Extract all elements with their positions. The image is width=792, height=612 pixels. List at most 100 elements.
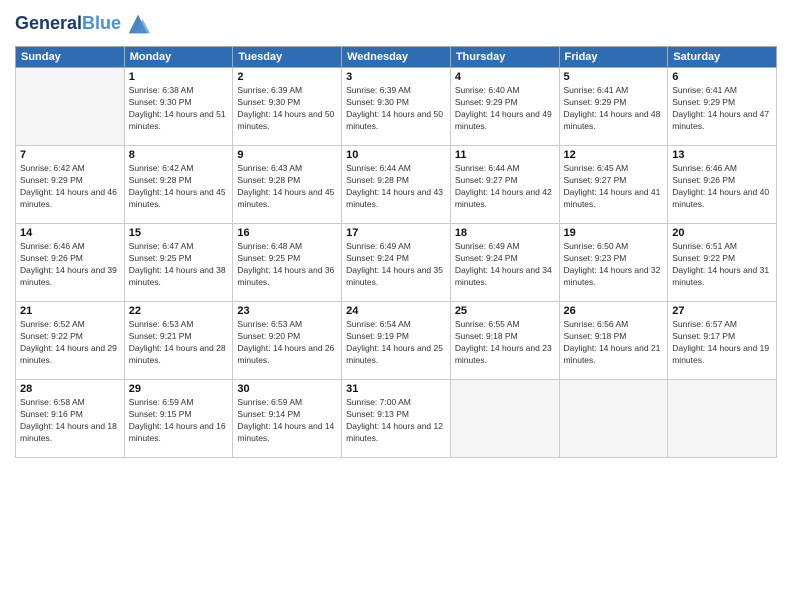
calendar-cell: 30 Sunrise: 6:59 AMSunset: 9:14 PMDaylig… (233, 380, 342, 458)
day-number: 29 (129, 383, 229, 395)
calendar-cell: 8 Sunrise: 6:42 AMSunset: 9:28 PMDayligh… (124, 146, 233, 224)
day-info: Sunrise: 6:41 AMSunset: 9:29 PMDaylight:… (672, 85, 772, 133)
day-header-tuesday: Tuesday (233, 47, 342, 68)
calendar-cell: 12 Sunrise: 6:45 AMSunset: 9:27 PMDaylig… (559, 146, 668, 224)
calendar-cell: 18 Sunrise: 6:49 AMSunset: 9:24 PMDaylig… (450, 224, 559, 302)
day-number: 3 (346, 71, 446, 83)
day-info: Sunrise: 6:56 AMSunset: 9:18 PMDaylight:… (564, 319, 664, 367)
calendar-week-5: 28 Sunrise: 6:58 AMSunset: 9:16 PMDaylig… (16, 380, 777, 458)
calendar-table: SundayMondayTuesdayWednesdayThursdayFrid… (15, 46, 777, 458)
calendar-cell: 19 Sunrise: 6:50 AMSunset: 9:23 PMDaylig… (559, 224, 668, 302)
day-number: 4 (455, 71, 555, 83)
day-header-friday: Friday (559, 47, 668, 68)
day-number: 27 (672, 305, 772, 317)
day-info: Sunrise: 6:44 AMSunset: 9:28 PMDaylight:… (346, 163, 446, 211)
day-number: 19 (564, 227, 664, 239)
calendar-cell (16, 68, 125, 146)
calendar-body: 1 Sunrise: 6:38 AMSunset: 9:30 PMDayligh… (16, 68, 777, 458)
day-number: 28 (20, 383, 120, 395)
day-info: Sunrise: 6:43 AMSunset: 9:28 PMDaylight:… (237, 163, 337, 211)
calendar-cell: 20 Sunrise: 6:51 AMSunset: 9:22 PMDaylig… (668, 224, 777, 302)
day-info: Sunrise: 6:40 AMSunset: 9:29 PMDaylight:… (455, 85, 555, 133)
day-info: Sunrise: 7:00 AMSunset: 9:13 PMDaylight:… (346, 397, 446, 445)
calendar-cell: 7 Sunrise: 6:42 AMSunset: 9:29 PMDayligh… (16, 146, 125, 224)
day-header-wednesday: Wednesday (342, 47, 451, 68)
day-number: 7 (20, 149, 120, 161)
day-info: Sunrise: 6:55 AMSunset: 9:18 PMDaylight:… (455, 319, 555, 367)
logo: GeneralBlue (15, 10, 152, 38)
day-number: 24 (346, 305, 446, 317)
day-number: 31 (346, 383, 446, 395)
day-info: Sunrise: 6:53 AMSunset: 9:20 PMDaylight:… (237, 319, 337, 367)
day-number: 18 (455, 227, 555, 239)
page-header: GeneralBlue (15, 10, 777, 38)
day-info: Sunrise: 6:41 AMSunset: 9:29 PMDaylight:… (564, 85, 664, 133)
day-info: Sunrise: 6:38 AMSunset: 9:30 PMDaylight:… (129, 85, 229, 133)
day-header-sunday: Sunday (16, 47, 125, 68)
day-info: Sunrise: 6:47 AMSunset: 9:25 PMDaylight:… (129, 241, 229, 289)
day-info: Sunrise: 6:46 AMSunset: 9:26 PMDaylight:… (20, 241, 120, 289)
logo-text: GeneralBlue (15, 14, 121, 34)
day-info: Sunrise: 6:59 AMSunset: 9:15 PMDaylight:… (129, 397, 229, 445)
calendar-cell: 13 Sunrise: 6:46 AMSunset: 9:26 PMDaylig… (668, 146, 777, 224)
calendar-cell (559, 380, 668, 458)
calendar-cell: 21 Sunrise: 6:52 AMSunset: 9:22 PMDaylig… (16, 302, 125, 380)
calendar-cell: 25 Sunrise: 6:55 AMSunset: 9:18 PMDaylig… (450, 302, 559, 380)
day-info: Sunrise: 6:44 AMSunset: 9:27 PMDaylight:… (455, 163, 555, 211)
day-info: Sunrise: 6:59 AMSunset: 9:14 PMDaylight:… (237, 397, 337, 445)
calendar-week-3: 14 Sunrise: 6:46 AMSunset: 9:26 PMDaylig… (16, 224, 777, 302)
day-number: 2 (237, 71, 337, 83)
calendar-week-4: 21 Sunrise: 6:52 AMSunset: 9:22 PMDaylig… (16, 302, 777, 380)
day-number: 1 (129, 71, 229, 83)
calendar-cell: 26 Sunrise: 6:56 AMSunset: 9:18 PMDaylig… (559, 302, 668, 380)
day-number: 8 (129, 149, 229, 161)
day-header-saturday: Saturday (668, 47, 777, 68)
calendar-cell: 16 Sunrise: 6:48 AMSunset: 9:25 PMDaylig… (233, 224, 342, 302)
day-info: Sunrise: 6:53 AMSunset: 9:21 PMDaylight:… (129, 319, 229, 367)
day-info: Sunrise: 6:39 AMSunset: 9:30 PMDaylight:… (237, 85, 337, 133)
day-number: 30 (237, 383, 337, 395)
day-info: Sunrise: 6:42 AMSunset: 9:29 PMDaylight:… (20, 163, 120, 211)
day-number: 14 (20, 227, 120, 239)
day-number: 13 (672, 149, 772, 161)
calendar-cell: 22 Sunrise: 6:53 AMSunset: 9:21 PMDaylig… (124, 302, 233, 380)
day-number: 16 (237, 227, 337, 239)
day-info: Sunrise: 6:58 AMSunset: 9:16 PMDaylight:… (20, 397, 120, 445)
day-info: Sunrise: 6:49 AMSunset: 9:24 PMDaylight:… (346, 241, 446, 289)
day-info: Sunrise: 6:45 AMSunset: 9:27 PMDaylight:… (564, 163, 664, 211)
day-info: Sunrise: 6:52 AMSunset: 9:22 PMDaylight:… (20, 319, 120, 367)
calendar-cell: 15 Sunrise: 6:47 AMSunset: 9:25 PMDaylig… (124, 224, 233, 302)
day-info: Sunrise: 6:42 AMSunset: 9:28 PMDaylight:… (129, 163, 229, 211)
calendar-cell: 27 Sunrise: 6:57 AMSunset: 9:17 PMDaylig… (668, 302, 777, 380)
day-info: Sunrise: 6:49 AMSunset: 9:24 PMDaylight:… (455, 241, 555, 289)
calendar-cell: 28 Sunrise: 6:58 AMSunset: 9:16 PMDaylig… (16, 380, 125, 458)
calendar-page: GeneralBlue SundayMondayTuesdayWednesday… (0, 0, 792, 612)
day-info: Sunrise: 6:57 AMSunset: 9:17 PMDaylight:… (672, 319, 772, 367)
day-number: 15 (129, 227, 229, 239)
calendar-cell: 14 Sunrise: 6:46 AMSunset: 9:26 PMDaylig… (16, 224, 125, 302)
day-header-monday: Monday (124, 47, 233, 68)
day-number: 11 (455, 149, 555, 161)
calendar-cell: 10 Sunrise: 6:44 AMSunset: 9:28 PMDaylig… (342, 146, 451, 224)
day-number: 25 (455, 305, 555, 317)
day-number: 20 (672, 227, 772, 239)
calendar-cell: 3 Sunrise: 6:39 AMSunset: 9:30 PMDayligh… (342, 68, 451, 146)
day-info: Sunrise: 6:50 AMSunset: 9:23 PMDaylight:… (564, 241, 664, 289)
day-info: Sunrise: 6:48 AMSunset: 9:25 PMDaylight:… (237, 241, 337, 289)
calendar-cell (450, 380, 559, 458)
calendar-cell: 29 Sunrise: 6:59 AMSunset: 9:15 PMDaylig… (124, 380, 233, 458)
calendar-cell: 24 Sunrise: 6:54 AMSunset: 9:19 PMDaylig… (342, 302, 451, 380)
day-number: 12 (564, 149, 664, 161)
calendar-cell: 23 Sunrise: 6:53 AMSunset: 9:20 PMDaylig… (233, 302, 342, 380)
day-info: Sunrise: 6:54 AMSunset: 9:19 PMDaylight:… (346, 319, 446, 367)
day-number: 26 (564, 305, 664, 317)
calendar-cell: 17 Sunrise: 6:49 AMSunset: 9:24 PMDaylig… (342, 224, 451, 302)
day-number: 9 (237, 149, 337, 161)
day-number: 21 (20, 305, 120, 317)
day-info: Sunrise: 6:51 AMSunset: 9:22 PMDaylight:… (672, 241, 772, 289)
day-number: 23 (237, 305, 337, 317)
calendar-cell: 31 Sunrise: 7:00 AMSunset: 9:13 PMDaylig… (342, 380, 451, 458)
calendar-cell (668, 380, 777, 458)
calendar-cell: 1 Sunrise: 6:38 AMSunset: 9:30 PMDayligh… (124, 68, 233, 146)
day-header-thursday: Thursday (450, 47, 559, 68)
